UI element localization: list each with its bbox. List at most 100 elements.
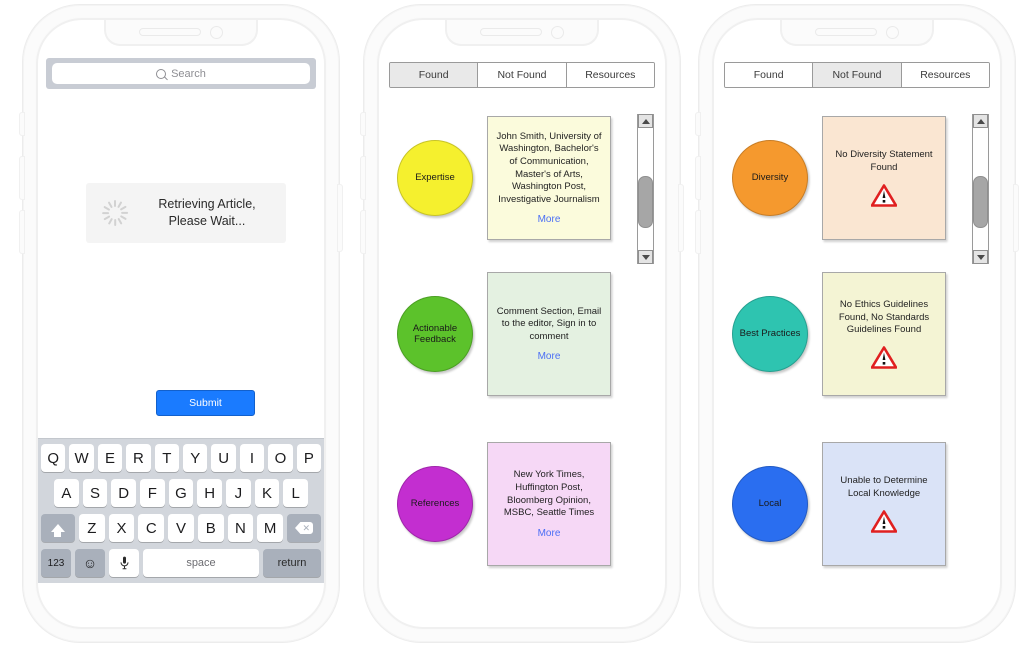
- return-key[interactable]: return: [263, 549, 321, 577]
- result-card-text: Comment Section, Email to the editor, Si…: [496, 305, 602, 342]
- tab-found[interactable]: Found: [725, 63, 814, 87]
- result-card-text: Unable to Determine Local Knowledge: [840, 475, 928, 499]
- front-camera-icon: [886, 25, 899, 39]
- key-Q[interactable]: Q: [40, 444, 66, 472]
- phone-2-volume-down-button[interactable]: [360, 210, 366, 254]
- result-card[interactable]: John Smith, University of Washington, Ba…: [487, 116, 611, 240]
- emoji-key[interactable]: ☺: [75, 549, 105, 577]
- category-circle-label: Diversity: [751, 172, 789, 184]
- found-results-list: Expertise John Smith, University of Washi…: [379, 104, 665, 609]
- key-W[interactable]: W: [69, 444, 94, 472]
- result-card[interactable]: New York Times, Huffington Post, Bloombe…: [487, 442, 611, 566]
- result-card[interactable]: Comment Section, Email to the editor, Si…: [487, 272, 611, 396]
- key-J[interactable]: J: [226, 479, 251, 507]
- search-placeholder: Search: [171, 67, 206, 80]
- keyboard-row-3: ZXCVBNM ✕: [40, 514, 322, 542]
- microphone-key[interactable]: [109, 549, 139, 577]
- category-circle-label: Expertise: [415, 172, 455, 184]
- phone-1-screen-bezel: Search Retrieving Article, Please Wait..…: [36, 18, 326, 629]
- scroll-up-button[interactable]: [638, 114, 653, 128]
- phone-2-screen: Found Not Found Resources Expertise John Sm…: [379, 20, 665, 627]
- scrollbar-thumb[interactable]: [638, 176, 653, 228]
- key-N[interactable]: N: [227, 514, 254, 542]
- phone-3-power-button[interactable]: [1013, 184, 1019, 252]
- phone-2-power-button[interactable]: [678, 184, 684, 252]
- phone-1-volume-down-button[interactable]: [19, 210, 25, 254]
- key-B[interactable]: B: [197, 514, 224, 542]
- scrollbar-thumb[interactable]: [973, 176, 988, 228]
- key-E[interactable]: E: [97, 444, 123, 472]
- more-link[interactable]: More: [538, 214, 561, 225]
- scrollbar-vertical[interactable]: [637, 114, 654, 264]
- result-card[interactable]: No Ethics Guidelines Found, No Standards…: [822, 272, 946, 396]
- phone-mockup-2: Found Not Found Resources Expertise John Sm…: [360, 4, 684, 643]
- scroll-up-button[interactable]: [973, 114, 988, 128]
- front-camera-icon: [551, 25, 564, 39]
- phone-2-silent-switch[interactable]: [360, 112, 366, 136]
- warning-triangle-icon: [871, 183, 897, 207]
- scrollbar-track[interactable]: [973, 128, 988, 250]
- scroll-down-button[interactable]: [638, 250, 653, 264]
- chevron-down-icon: [641, 254, 650, 260]
- shift-key[interactable]: [40, 514, 75, 542]
- phone-3-notch: [780, 20, 934, 46]
- result-row: Best Practices No Ethics Guidelines Found…: [714, 272, 1000, 396]
- category-circle-diversity[interactable]: Diversity: [732, 140, 808, 216]
- key-H[interactable]: H: [197, 479, 223, 507]
- scrollbar-track[interactable]: [638, 128, 653, 250]
- result-card[interactable]: Unable to Determine Local Knowledge: [822, 442, 946, 566]
- phone-2-volume-up-button[interactable]: [360, 156, 366, 200]
- scroll-down-button[interactable]: [973, 250, 988, 264]
- key-O[interactable]: O: [268, 444, 293, 472]
- loading-message: Retrieving Article, Please Wait...: [142, 196, 286, 230]
- category-circle-best-practices[interactable]: Best Practices: [732, 296, 808, 372]
- tab-resources[interactable]: Resources: [566, 63, 654, 87]
- more-link[interactable]: More: [538, 528, 561, 539]
- not-found-results-list: Diversity No Diversity Statement Found Bes…: [714, 104, 1000, 609]
- key-S[interactable]: S: [82, 479, 108, 507]
- space-key[interactable]: space: [143, 549, 259, 577]
- key-R[interactable]: R: [126, 444, 151, 472]
- delete-key[interactable]: ✕: [287, 514, 322, 542]
- key-M[interactable]: M: [257, 514, 284, 542]
- phone-1-silent-switch[interactable]: [19, 112, 25, 136]
- key-C[interactable]: C: [138, 514, 165, 542]
- key-G[interactable]: G: [168, 479, 194, 507]
- submit-button[interactable]: Submit: [156, 390, 255, 416]
- tab-bar-found: Found Not Found Resources: [389, 62, 655, 88]
- phone-1-volume-up-button[interactable]: [19, 156, 25, 200]
- tab-not-found[interactable]: Not Found: [813, 63, 902, 87]
- key-P[interactable]: P: [296, 444, 322, 472]
- phone-3-volume-up-button[interactable]: [695, 156, 701, 200]
- key-T[interactable]: T: [154, 444, 179, 472]
- search-input[interactable]: Search: [52, 63, 310, 84]
- category-circle-label: Local: [758, 498, 782, 510]
- tab-resources[interactable]: Resources: [901, 63, 989, 87]
- scrollbar-vertical[interactable]: [972, 114, 989, 264]
- key-K[interactable]: K: [254, 479, 280, 507]
- phone-3-silent-switch[interactable]: [695, 112, 701, 136]
- key-A[interactable]: A: [53, 479, 79, 507]
- key-V[interactable]: V: [168, 514, 194, 542]
- category-circle-expertise[interactable]: Expertise: [397, 140, 473, 216]
- tab-not-found[interactable]: Not Found: [478, 63, 567, 87]
- key-X[interactable]: X: [108, 514, 135, 542]
- key-F[interactable]: F: [140, 479, 165, 507]
- result-card[interactable]: No Diversity Statement Found: [822, 116, 946, 240]
- keyboard-row-1: QWERTYUIOP: [40, 444, 322, 472]
- numeric-key[interactable]: 123: [41, 549, 71, 577]
- category-circle-actionable-feedback[interactable]: Actionable Feedback: [397, 296, 473, 372]
- more-link[interactable]: More: [538, 351, 561, 362]
- category-circle-local[interactable]: Local: [732, 466, 808, 542]
- key-Y[interactable]: Y: [183, 444, 208, 472]
- tab-found[interactable]: Found: [390, 63, 479, 87]
- category-circle-references[interactable]: References: [397, 466, 473, 542]
- key-D[interactable]: D: [111, 479, 136, 507]
- key-Z[interactable]: Z: [78, 514, 105, 542]
- key-L[interactable]: L: [283, 479, 309, 507]
- key-I[interactable]: I: [239, 444, 265, 472]
- result-card-text: New York Times, Huffington Post, Bloombe…: [503, 469, 595, 519]
- phone-3-volume-down-button[interactable]: [695, 210, 701, 254]
- phone-1-power-button[interactable]: [337, 184, 343, 252]
- key-U[interactable]: U: [211, 444, 236, 472]
